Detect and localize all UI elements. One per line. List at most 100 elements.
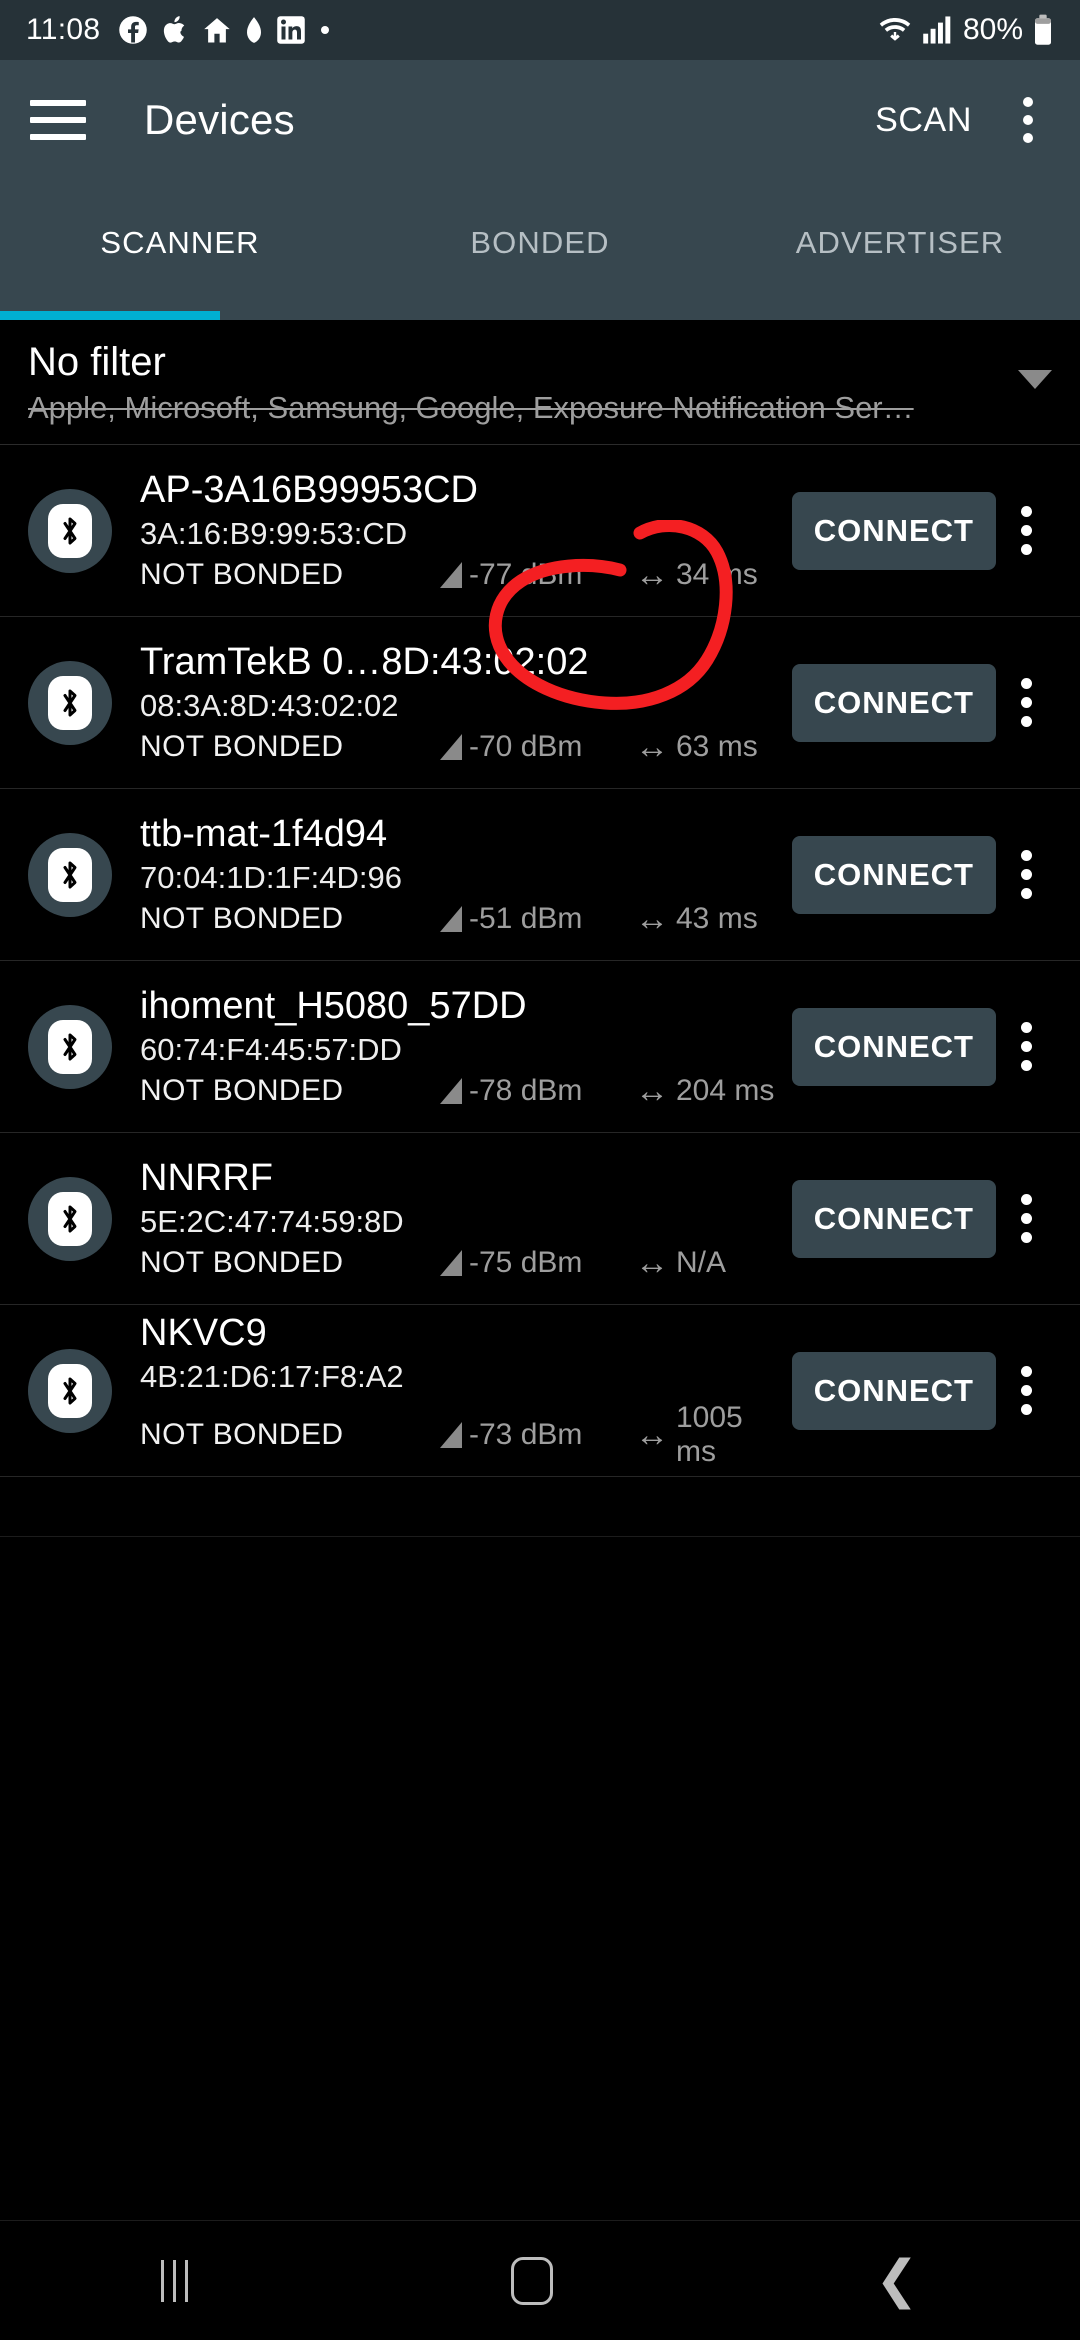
more-vertical-icon[interactable] (1006, 89, 1050, 151)
rssi-value: -51 dBm (440, 902, 635, 936)
device-mac-address: 3A:16:B9:99:53:CD (140, 515, 408, 551)
device-row[interactable]: AP-3A16B99953CD 3A:16:B9:99:53:CD NOT BOND… (0, 445, 1080, 617)
signal-strength-icon (440, 733, 462, 760)
rssi-value: -75 dBm (440, 1246, 635, 1280)
rssi-label: -51 dBm (469, 901, 583, 935)
more-vertical-icon[interactable] (1000, 1008, 1052, 1086)
recents-icon[interactable] (161, 2259, 189, 2302)
device-info: ihoment_H5080_57DD 60:74:F4:45:57:DD NOT B… (140, 985, 782, 1108)
more-vertical-icon[interactable] (1000, 664, 1052, 742)
device-actions: CONNECT (791, 1351, 1052, 1430)
signal-strength-icon (440, 1421, 462, 1448)
device-mac-address: 5E:2C:47:74:59:8D (140, 1203, 404, 1239)
signal-strength-icon (440, 905, 462, 932)
signal-strength-icon (440, 1077, 462, 1104)
app-bar: Devices SCAN (0, 60, 1080, 180)
connect-button[interactable]: CONNECT (791, 491, 996, 570)
device-meta: NOT BONDED -70 dBm ↔ 63 ms (140, 730, 782, 764)
device-row[interactable]: NNRRF 5E:2C:47:74:59:8D NOT BONDED -75 dBm ↔… (0, 1133, 1080, 1305)
back-icon[interactable]: ❮ (875, 2254, 919, 2307)
interval-label: N/A (676, 1245, 727, 1279)
hamburger-menu-icon[interactable] (30, 100, 86, 140)
battery-percent-label: 80% (962, 13, 1023, 46)
rssi-value: -78 dBm (440, 1074, 635, 1108)
rssi-label: -70 dBm (469, 729, 583, 763)
bond-status: NOT BONDED (140, 1073, 344, 1107)
bond-status: NOT BONDED (140, 1245, 344, 1279)
device-row[interactable]: NKVC9 4B:21:D6:17:F8:A2 NOT BONDED -73 dBm ↔… (0, 1305, 1080, 1477)
bond-status: NOT BONDED (140, 901, 344, 935)
device-name: ttb-mat-1f4d94 (140, 813, 388, 856)
interval-label: 63 ms (676, 729, 758, 763)
rssi-value: -77 dBm (440, 558, 635, 592)
left-right-arrow-icon: ↔ (635, 899, 669, 938)
connect-button[interactable]: CONNECT (791, 1007, 996, 1086)
system-navigation-bar: ❮ (0, 2220, 1080, 2340)
status-bar-notification-icons (118, 15, 331, 45)
advertising-interval: ↔ 204 ms (635, 1074, 774, 1108)
chevron-down-icon[interactable] (1018, 370, 1052, 389)
device-row[interactable]: TramTekB 0…8D:43:02:02 08:3A:8D:43:02:02 N… (0, 617, 1080, 789)
device-meta: NOT BONDED -78 dBm ↔ 204 ms (140, 1074, 782, 1108)
rssi-value: -73 dBm (440, 1418, 635, 1452)
device-actions: CONNECT (791, 1179, 1052, 1258)
page-title: Devices (144, 96, 295, 143)
home-icon (202, 15, 232, 45)
device-meta: NOT BONDED -73 dBm ↔ 1005 ms (140, 1401, 782, 1469)
tab-advertiser[interactable]: ADVERTISER (720, 180, 1080, 320)
list-bottom-spacer (0, 1477, 1080, 1537)
device-info: TramTekB 0…8D:43:02:02 08:3A:8D:43:02:02 N… (140, 641, 782, 764)
interval-label: 34 ms (676, 557, 758, 591)
scan-button[interactable]: SCAN (865, 93, 982, 148)
interval-label: 1005 ms (676, 1400, 743, 1468)
filter-title: No filter (28, 340, 166, 384)
advertising-interval: ↔ N/A (635, 1246, 726, 1280)
device-name: NKVC9 (140, 1312, 267, 1355)
linkedin-icon (276, 15, 306, 45)
bluetooth-icon (28, 1348, 112, 1433)
more-vertical-icon[interactable] (1000, 1352, 1052, 1430)
device-meta: NOT BONDED -77 dBm ↔ 34 ms (140, 558, 782, 592)
home-icon[interactable] (510, 2256, 553, 2305)
more-vertical-icon[interactable] (1000, 836, 1052, 914)
left-right-arrow-icon: ↔ (635, 1415, 669, 1454)
dot-icon (319, 24, 331, 36)
filter-selector[interactable]: No filter Apple, Microsoft, Samsung, Goo… (0, 320, 1080, 445)
bluetooth-icon (28, 832, 112, 917)
more-vertical-icon[interactable] (1000, 492, 1052, 570)
device-row[interactable]: ttb-mat-1f4d94 70:04:1D:1F:4D:96 NOT BONDE… (0, 789, 1080, 961)
tab-bonded[interactable]: BONDED (360, 180, 720, 320)
device-name: ihoment_H5080_57DD (140, 985, 527, 1028)
active-tab-indicator (0, 311, 220, 320)
device-mac-address: 4B:21:D6:17:F8:A2 (140, 1358, 404, 1394)
device-actions: CONNECT (791, 1007, 1052, 1086)
app-bar-actions: SCAN (865, 89, 1050, 151)
connect-button[interactable]: CONNECT (791, 1351, 996, 1430)
wifi-icon (877, 14, 913, 46)
left-right-arrow-icon: ↔ (635, 1243, 669, 1282)
device-mac-address: 08:3A:8D:43:02:02 (140, 687, 399, 723)
bluetooth-icon (28, 660, 112, 745)
connect-button[interactable]: CONNECT (791, 1179, 996, 1258)
bluetooth-icon (28, 1004, 112, 1089)
status-bar-clock: 11:08 (26, 13, 101, 46)
left-right-arrow-icon: ↔ (635, 727, 669, 766)
device-row[interactable]: ihoment_H5080_57DD 60:74:F4:45:57:DD NOT B… (0, 961, 1080, 1133)
bluetooth-icon (28, 488, 112, 573)
signal-strength-icon (440, 561, 462, 588)
device-mac-address: 60:74:F4:45:57:DD (140, 1031, 402, 1067)
connect-button[interactable]: CONNECT (791, 835, 996, 914)
device-info: NKVC9 4B:21:D6:17:F8:A2 NOT BONDED -73 dBm ↔… (140, 1312, 782, 1469)
tab-scanner[interactable]: SCANNER (0, 180, 360, 320)
cellular-signal-icon (922, 15, 954, 45)
advertising-interval: ↔ 1005 ms (635, 1401, 782, 1469)
more-vertical-icon[interactable] (1000, 1180, 1052, 1258)
bond-status: NOT BONDED (140, 1417, 344, 1451)
status-bar: 11:08 80% (0, 0, 1080, 60)
status-bar-system-icons: 80% (877, 13, 1054, 47)
device-list: AP-3A16B99953CD 3A:16:B9:99:53:CD NOT BOND… (0, 445, 1080, 1477)
connect-button[interactable]: CONNECT (791, 663, 996, 742)
left-right-arrow-icon: ↔ (635, 1071, 669, 1110)
filter-subtitle: Apple, Microsoft, Samsung, Google, Expos… (28, 390, 914, 425)
rssi-label: -78 dBm (469, 1073, 583, 1107)
